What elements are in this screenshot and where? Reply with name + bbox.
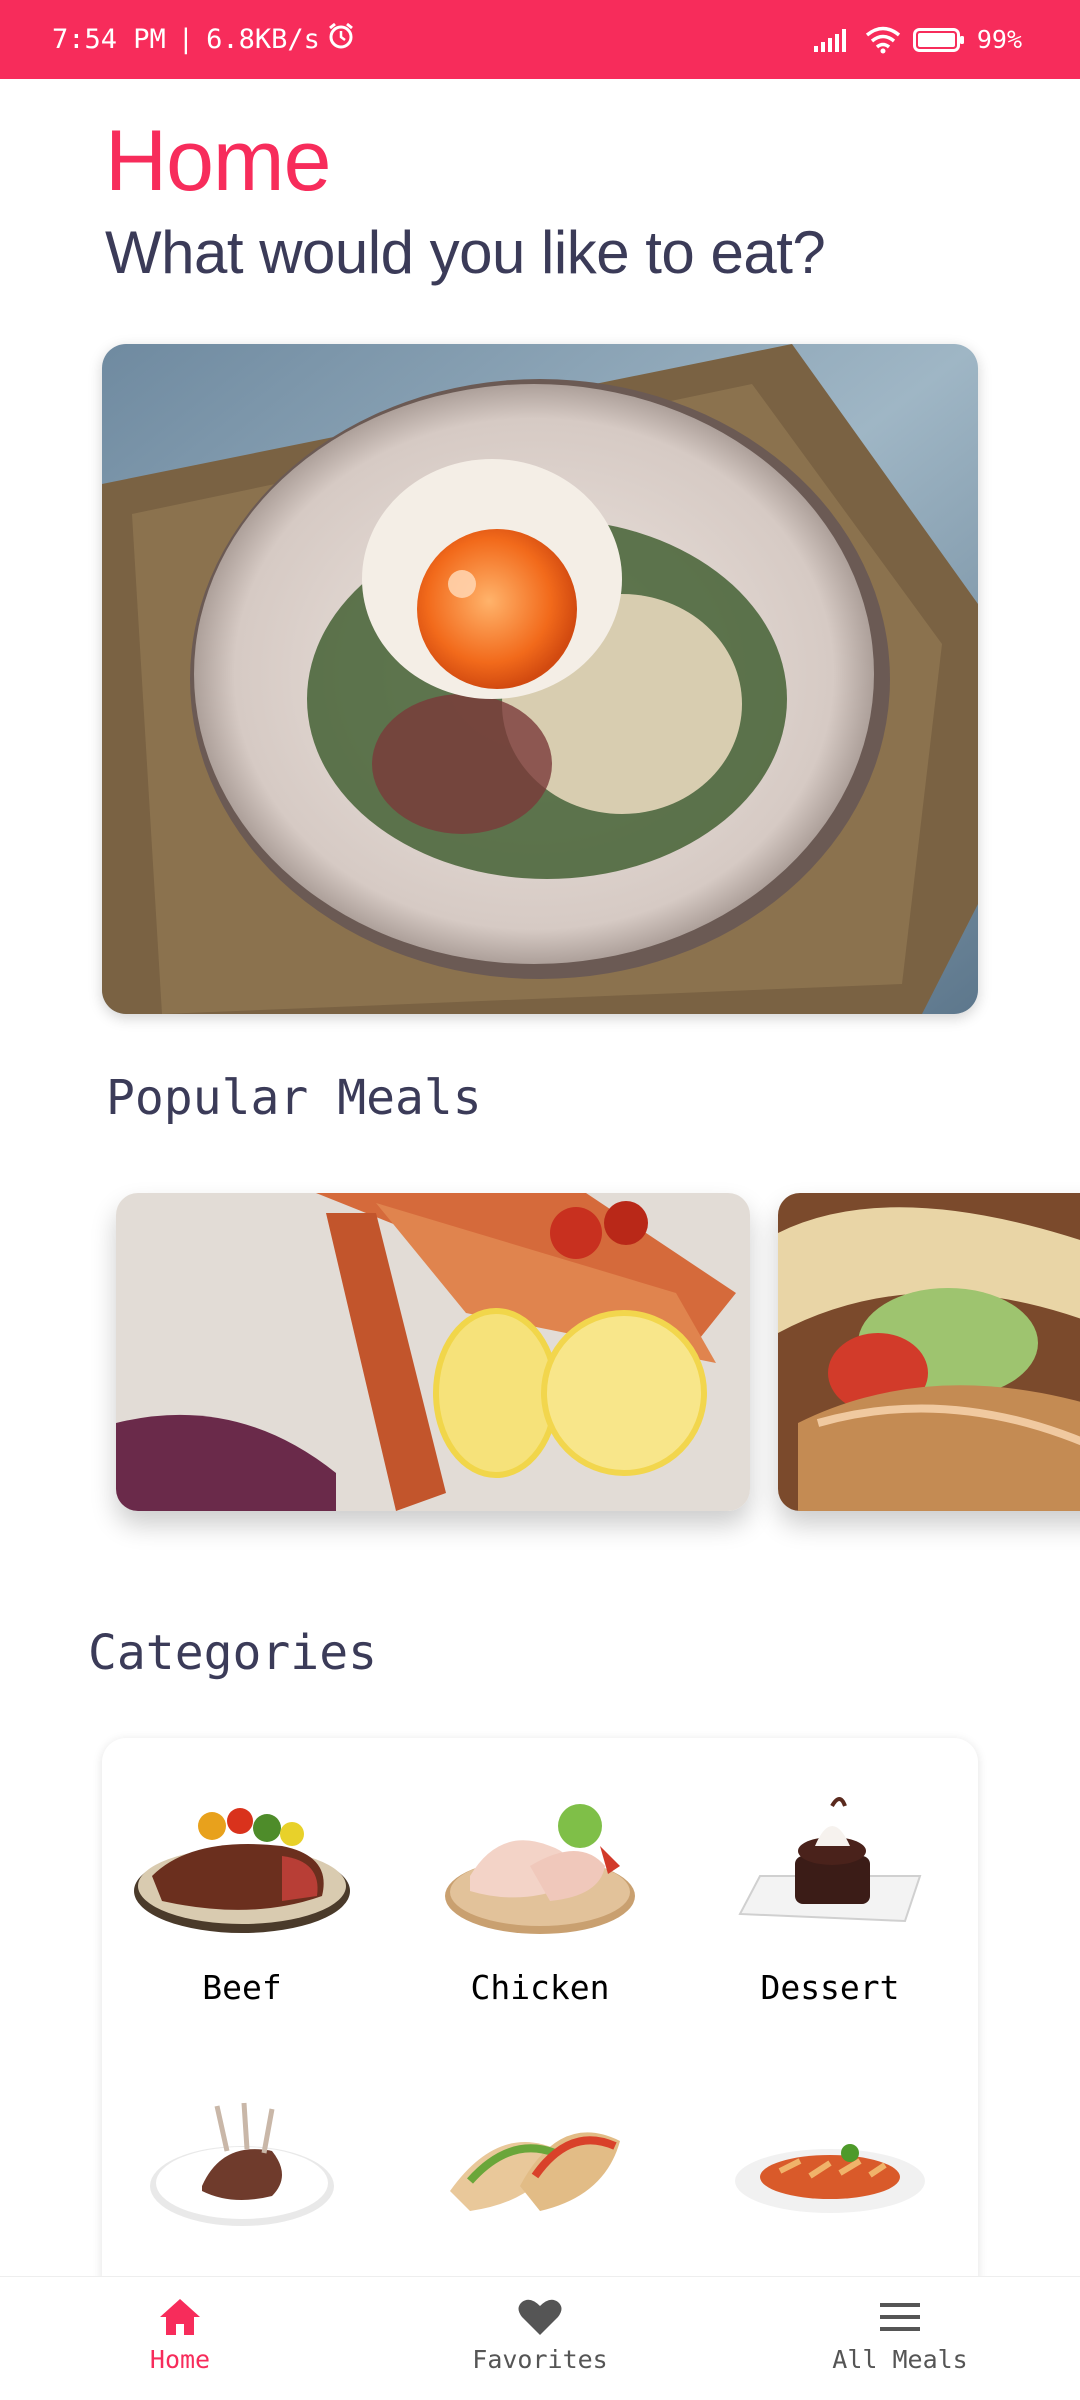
- nav-item-home[interactable]: Home: [30, 2277, 330, 2374]
- category-label: Beef: [202, 1968, 282, 2007]
- category-item-chicken[interactable]: Chicken: [400, 1796, 680, 2007]
- status-bar: 7:54 PM | 6.8KB/s 99%: [0, 0, 1080, 79]
- home-icon: [30, 2297, 330, 2337]
- categories-grid: Beef Chicken Dessert: [102, 1738, 978, 2338]
- page-subtitle: What would you like to eat?: [105, 219, 826, 286]
- beef-steak-icon: [102, 1796, 382, 1936]
- nav-label-favorites: Favorites: [472, 2345, 608, 2374]
- category-label: Chicken: [470, 1968, 610, 2007]
- battery-percent: 99%: [976, 25, 1022, 54]
- network-speed: 6.8KB/s: [206, 24, 320, 55]
- chicken-icon: [400, 1796, 680, 1936]
- category-label: Dessert: [760, 1968, 900, 2007]
- category-item-tacos[interactable]: [400, 2091, 680, 2263]
- nav-label-home: Home: [149, 2345, 211, 2374]
- status-left: 7:54 PM | 6.8KB/s: [52, 21, 356, 58]
- bottom-navigation: Home Favorites All Meals: [0, 2276, 1080, 2400]
- battery-icon: [912, 27, 965, 53]
- dessert-icon: [690, 1796, 970, 1936]
- heart-icon: [390, 2297, 690, 2337]
- alarm-icon: [326, 21, 356, 58]
- categories-heading: Categories: [88, 1625, 377, 1681]
- category-item-lamb[interactable]: [102, 2091, 382, 2263]
- status-time: 7:54 PM: [52, 24, 166, 55]
- popular-meal-card[interactable]: [116, 1193, 750, 1511]
- category-item-dessert[interactable]: Dessert: [690, 1796, 970, 2007]
- pasta-icon: [690, 2091, 970, 2231]
- tacos-icon: [400, 2091, 680, 2231]
- nav-item-all-meals[interactable]: All Meals: [750, 2277, 1050, 2374]
- wifi-icon: [865, 26, 901, 54]
- signal-icon: [813, 28, 853, 52]
- menu-icon: [750, 2297, 1050, 2337]
- nav-item-favorites[interactable]: Favorites: [390, 2277, 690, 2374]
- category-item-pasta[interactable]: [690, 2091, 970, 2263]
- page-title: Home: [105, 113, 331, 209]
- popular-meal-card[interactable]: [778, 1193, 1080, 1511]
- popular-meals-carousel[interactable]: [116, 1193, 1080, 1513]
- status-right: 99%: [813, 25, 1022, 54]
- status-separator: |: [177, 24, 195, 55]
- lamb-icon: [102, 2091, 382, 2231]
- nav-label-all-meals: All Meals: [832, 2345, 968, 2374]
- hero-meal-image[interactable]: [102, 344, 978, 1014]
- category-item-beef[interactable]: Beef: [102, 1796, 382, 2007]
- popular-meals-heading: Popular Meals: [106, 1070, 482, 1126]
